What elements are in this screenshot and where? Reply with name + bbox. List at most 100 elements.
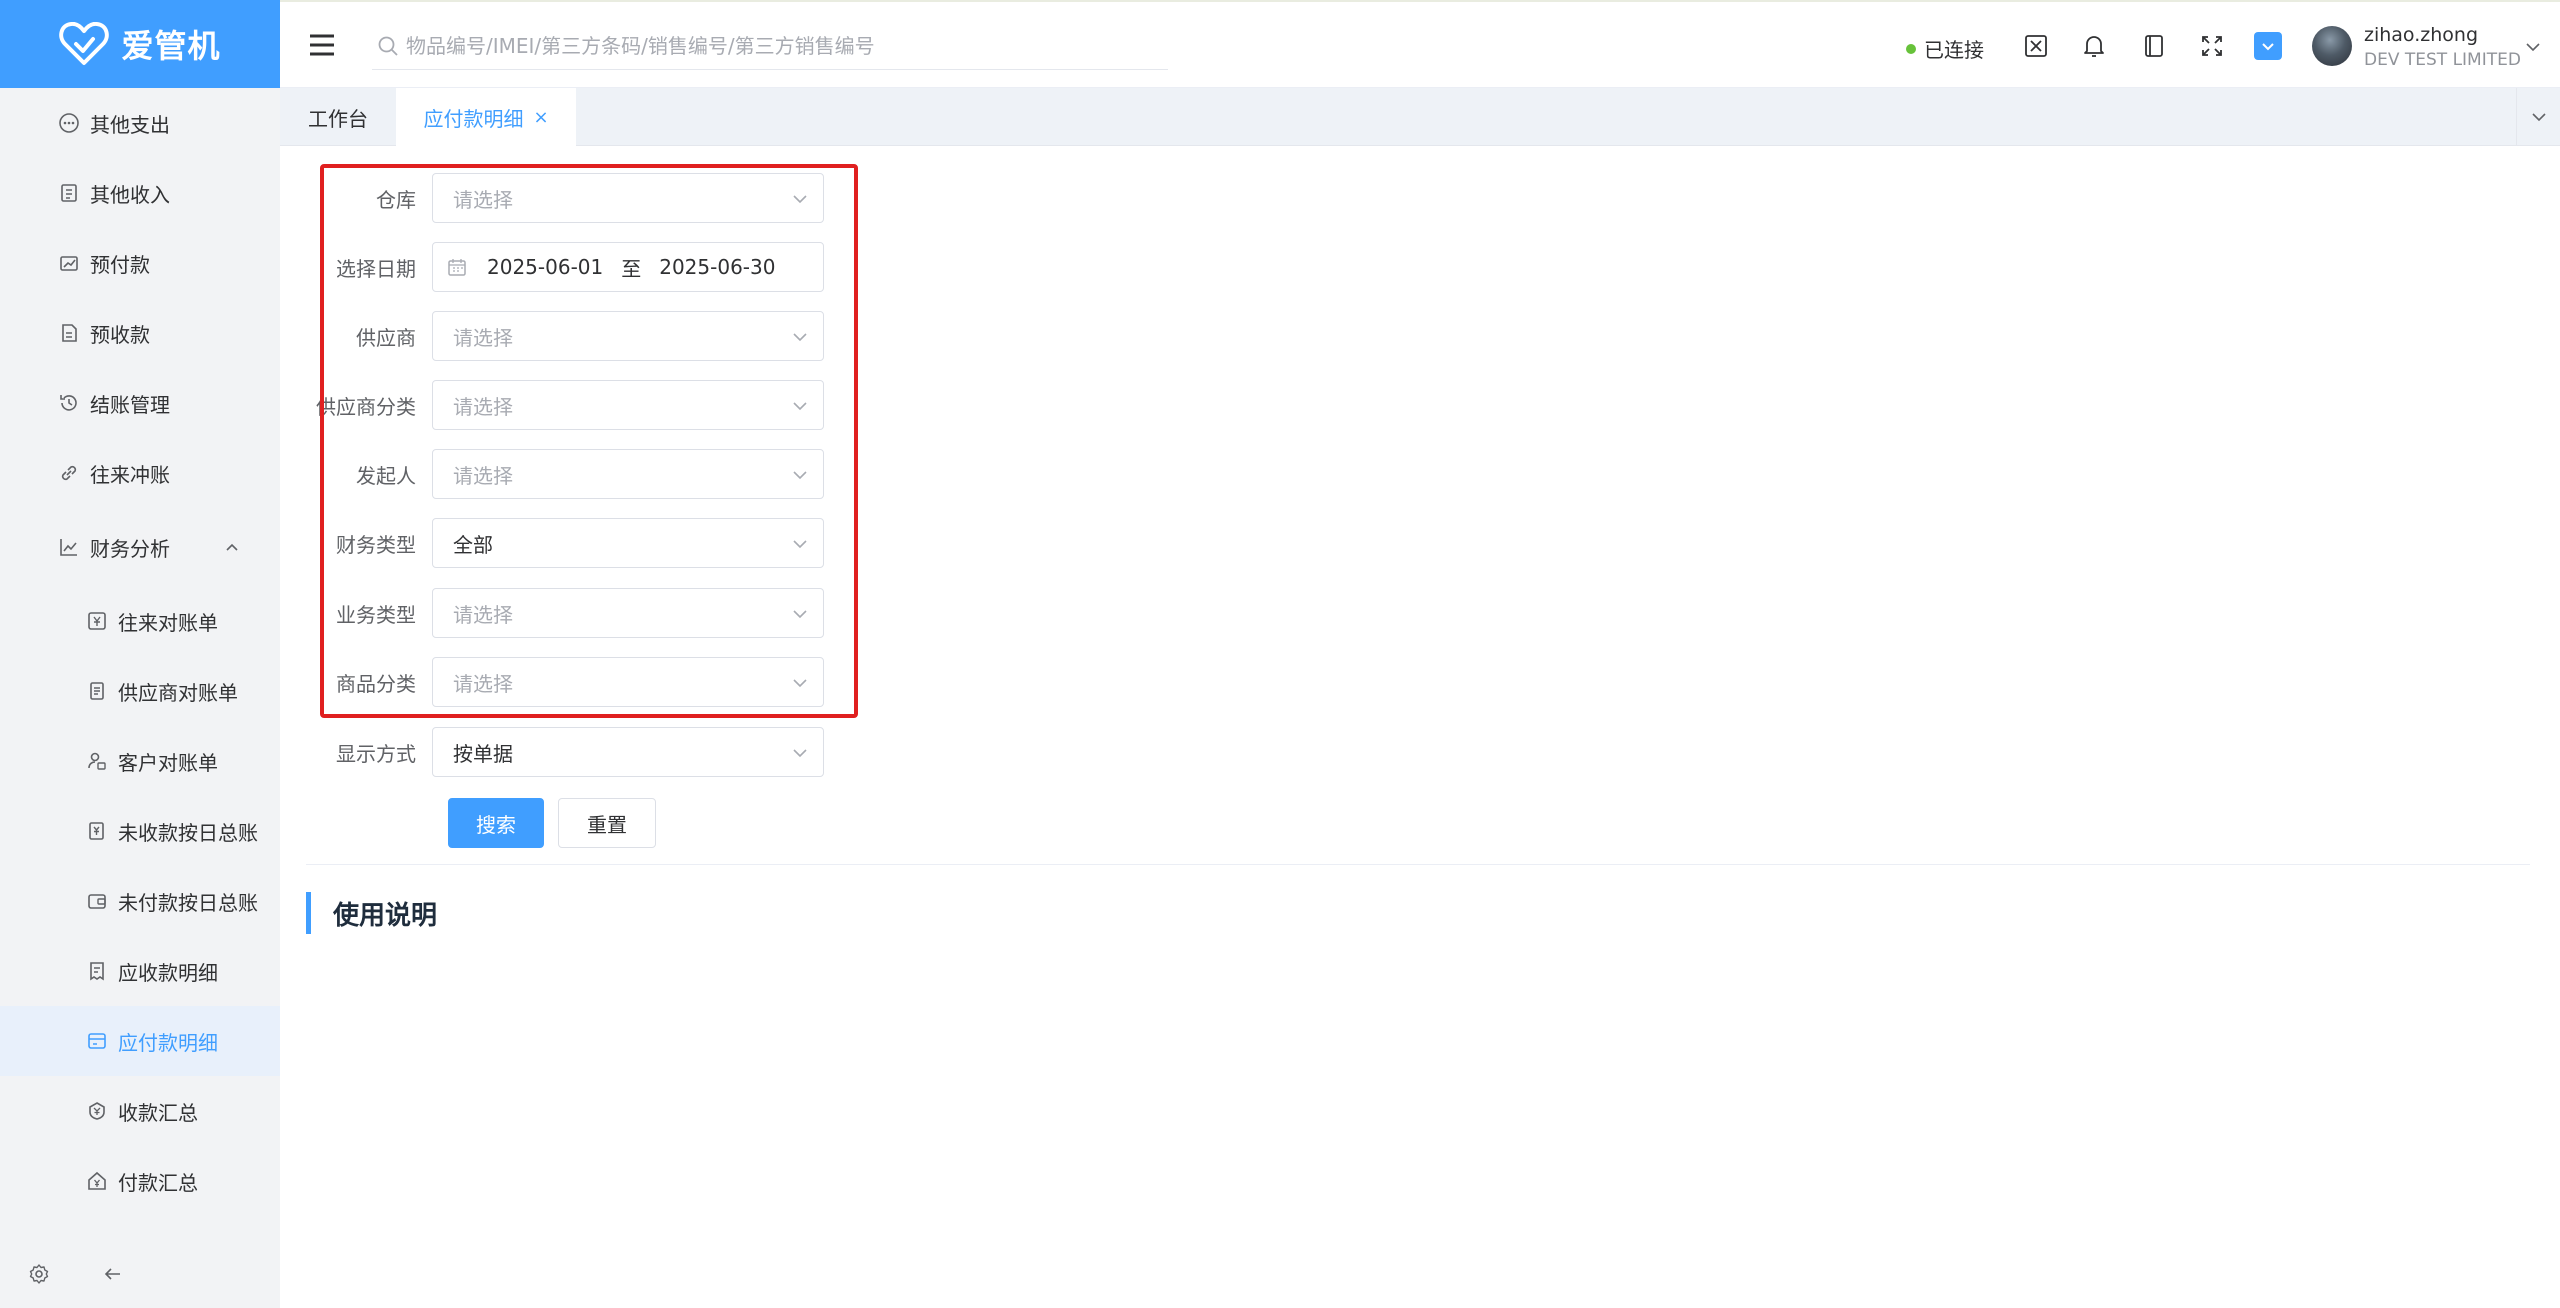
sidebar-item-statement[interactable]: 往来对账单: [0, 586, 280, 656]
sidebar-item-customer-statement[interactable]: 客户对账单: [0, 726, 280, 796]
sidebar-item-unpaid-daily[interactable]: 未付款按日总账: [0, 866, 280, 936]
history-icon: [58, 392, 80, 414]
sidebar-item-label: 其他支出: [90, 112, 170, 137]
user-lock-icon: [86, 750, 108, 772]
sidebar-item-label: 预收款: [90, 322, 150, 347]
user-org: DEV TEST LIMITED: [2364, 50, 2521, 70]
yen-doc-icon: [86, 820, 108, 842]
business-type-select[interactable]: 请选择: [432, 588, 824, 638]
finance-type-select[interactable]: 全部: [432, 518, 824, 568]
display-mode-label: 显示方式: [336, 741, 416, 766]
excel-icon[interactable]: [2022, 32, 2050, 60]
form-row-supplier-category: 供应商分类 请选择: [310, 380, 824, 430]
warehouse-select[interactable]: 请选择: [432, 173, 824, 223]
bell-icon[interactable]: [2080, 32, 2108, 60]
user-name: zihao.zhong: [2364, 24, 2479, 46]
gear-icon[interactable]: [28, 1263, 50, 1285]
sidebar-item-prepayment[interactable]: 预付款: [0, 228, 280, 298]
select-placeholder: 请选择: [453, 325, 513, 350]
user-info[interactable]: zihao.zhong DEV TEST LIMITED: [2364, 22, 2521, 72]
reset-button[interactable]: 重置: [558, 798, 656, 848]
hamburger-menu-icon[interactable]: [308, 32, 336, 58]
sidebar-item-other-income[interactable]: 其他收入: [0, 158, 280, 228]
sidebar-item-supplier-statement[interactable]: 供应商对账单: [0, 656, 280, 726]
tab-workbench[interactable]: 工作台: [280, 88, 396, 146]
chart-card-icon: [58, 252, 80, 274]
sidebar-item-label: 预付款: [90, 252, 150, 277]
finance-type-label: 财务类型: [336, 532, 416, 557]
chevron-down-icon[interactable]: [2524, 38, 2542, 56]
sidebar-item-label: 结账管理: [90, 392, 170, 417]
sidebar-item-label: 往来对账单: [118, 610, 218, 635]
sidebar-item-label: 其他收入: [90, 182, 170, 207]
sidebar-item-closing[interactable]: 结账管理: [0, 368, 280, 438]
sidebar-item-label: 供应商对账单: [118, 680, 238, 705]
sidebar-item-payment-summary[interactable]: 付款汇总: [0, 1146, 280, 1216]
range-separator: 至: [621, 256, 642, 281]
form-row-display-mode: 显示方式 按单据: [310, 727, 824, 777]
doc-list-icon: [86, 680, 108, 702]
dots-circle-icon: [58, 112, 80, 134]
fullscreen-icon[interactable]: [2198, 32, 2226, 60]
notebook-icon[interactable]: [2140, 32, 2168, 60]
link-icon: [58, 462, 80, 484]
collapse-arrow-icon[interactable]: [102, 1263, 124, 1285]
form-row-date: 选择日期 2025-06-01 至 2025-06-30: [310, 242, 824, 292]
tabs-more[interactable]: [2516, 88, 2560, 146]
select-value: 全部: [453, 532, 493, 557]
search-button[interactable]: 搜索: [448, 798, 544, 848]
tab-label: 应付款明细: [423, 106, 524, 131]
sidebar-item-unreceived-daily[interactable]: 未收款按日总账: [0, 796, 280, 866]
app-logo[interactable]: 爱管机: [0, 0, 280, 88]
calendar-icon: [448, 259, 466, 276]
heart-logo-icon: [59, 22, 110, 65]
sidebar-item-receivable-detail[interactable]: 应收款明细: [0, 936, 280, 1006]
search-input[interactable]: [406, 33, 1146, 58]
payable-icon: [86, 1030, 108, 1052]
chevron-up-icon: [226, 543, 238, 551]
product-category-select[interactable]: 请选择: [432, 657, 824, 707]
date-range-picker[interactable]: 2025-06-01 至 2025-06-30: [432, 242, 824, 292]
supplier-select[interactable]: 请选择: [432, 311, 824, 361]
form-row-product-category: 商品分类 请选择: [310, 657, 824, 707]
close-icon[interactable]: ×: [533, 107, 548, 128]
status-dot: [1906, 43, 1916, 54]
warehouse-label: 仓库: [376, 187, 416, 212]
sidebar-item-payable-detail[interactable]: 应付款明细: [0, 1006, 280, 1076]
avatar[interactable]: [2312, 26, 2352, 66]
supplier-category-select[interactable]: 请选择: [432, 380, 824, 430]
sidebar-item-label: 未付款按日总账: [118, 890, 258, 915]
business-type-label: 业务类型: [336, 602, 416, 627]
tab-payable-detail[interactable]: 应付款明细 ×: [396, 88, 576, 146]
wallet-icon: [86, 890, 108, 912]
sidebar: 爱管机 其他支出 其他收入 预付款 预收款 结账管理 往来冲账 财务分析 往来对…: [0, 0, 280, 1308]
form-row-initiator: 发起人 请选择: [310, 449, 824, 499]
chevron-down-icon: [793, 402, 807, 411]
form-row-finance-type: 财务类型 全部: [310, 518, 824, 568]
chevron-down-icon: [2531, 113, 2546, 122]
chevron-down-icon: [793, 333, 807, 342]
supplier-label: 供应商: [356, 325, 416, 350]
select-placeholder: 请选择: [453, 671, 513, 696]
start-date[interactable]: 2025-06-01: [487, 255, 603, 279]
dropdown-toggle-icon[interactable]: [2254, 32, 2282, 60]
select-placeholder: 请选择: [453, 394, 513, 419]
sidebar-item-other-expense[interactable]: 其他支出: [0, 88, 280, 158]
sidebar-item-advance-receipt[interactable]: 预收款: [0, 298, 280, 368]
sidebar-item-offset[interactable]: 往来冲账: [0, 438, 280, 508]
end-date[interactable]: 2025-06-30: [659, 255, 775, 279]
chevron-down-icon: [793, 195, 807, 204]
sidebar-item-finance-analysis[interactable]: 财务分析: [0, 508, 280, 586]
date-label: 选择日期: [336, 256, 416, 281]
select-placeholder: 请选择: [453, 602, 513, 627]
tab-label: 工作台: [308, 106, 368, 131]
supplier-category-label: 供应商分类: [316, 394, 416, 419]
sidebar-item-label: 收款汇总: [118, 1100, 198, 1125]
display-mode-select[interactable]: 按单据: [432, 727, 824, 777]
search-icon: [378, 36, 398, 56]
initiator-select[interactable]: 请选择: [432, 449, 824, 499]
divider: [306, 864, 2530, 865]
product-category-label: 商品分类: [336, 671, 416, 696]
sidebar-item-receipt-summary[interactable]: 收款汇总: [0, 1076, 280, 1146]
tab-bar: 工作台 应付款明细 ×: [280, 88, 2560, 146]
